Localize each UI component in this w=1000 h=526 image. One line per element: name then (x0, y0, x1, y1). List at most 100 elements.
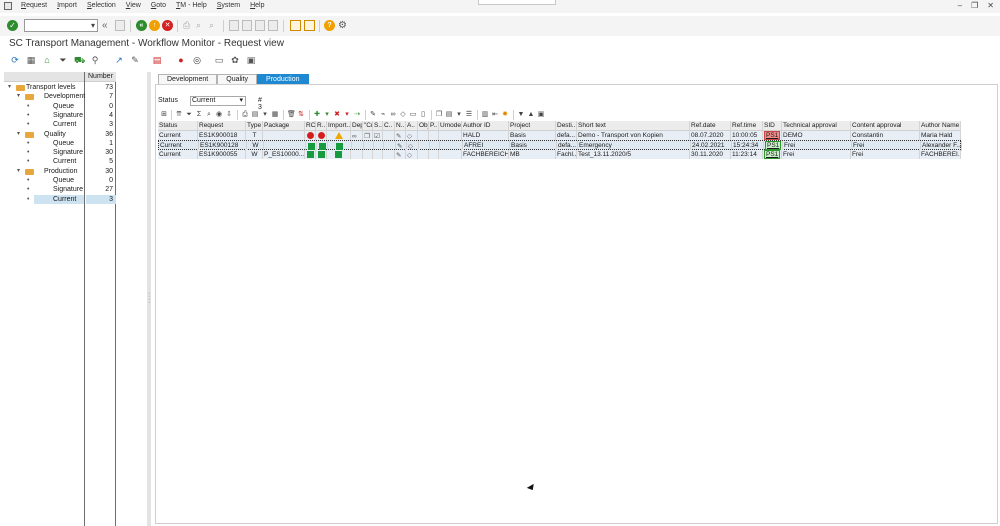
binoculars-icon[interactable]: ◉ (215, 110, 223, 119)
attachment-icon[interactable]: ⌁ (379, 110, 387, 119)
cell-request[interactable]: ES1K900018 (198, 130, 246, 140)
last-page-icon[interactable] (268, 20, 278, 31)
monitor-icon[interactable]: ▭ (214, 55, 224, 65)
columns-icon[interactable]: ▥ (481, 110, 489, 119)
star-icon[interactable]: ✸ (501, 110, 509, 119)
graphic-icon[interactable]: ▦ (271, 110, 279, 119)
find-icon[interactable]: ⌕ (205, 110, 213, 119)
tree-node-transport-levels[interactable]: ▾ Transport levels 73 (4, 83, 116, 92)
table-row[interactable]: Current ES1K900128 W ✎ ◇ AFREI Basis def… (158, 140, 962, 151)
filter-icon[interactable]: ⏷ (185, 110, 193, 119)
column-header-project[interactable]: Project (509, 121, 556, 131)
tree-node-development-current[interactable]: • Current 3 (4, 120, 116, 129)
menu-help[interactable]: Help (245, 2, 269, 9)
column-header-n[interactable]: N.. (395, 121, 406, 131)
tree-node-production-current[interactable]: • Current 3 (4, 194, 116, 204)
settings-icon[interactable]: ✿ (230, 55, 240, 65)
expand-toggle-icon[interactable]: ▾ (17, 92, 20, 101)
column-header-short-text[interactable]: Short text (577, 121, 690, 131)
tree-node-quality-current[interactable]: • Current 5 (4, 157, 116, 166)
print-icon[interactable]: ⎙ (241, 110, 249, 119)
red-dot-icon[interactable]: ● (176, 55, 186, 65)
restore-icon[interactable]: ❐ (971, 1, 978, 10)
doc-icon[interactable]: ▯ (419, 110, 427, 119)
tab-development[interactable]: Development (158, 74, 218, 84)
link-icon[interactable]: ∞ (352, 132, 357, 141)
menu-system[interactable]: System (212, 2, 245, 9)
column-header-cr[interactable]: "Cr (363, 121, 373, 131)
tree-node-quality[interactable]: ▾ Quality 36 (4, 130, 116, 139)
chevron-down-icon[interactable]: ▾ (91, 21, 95, 30)
minimize-icon[interactable]: – (958, 1, 962, 10)
approve-more-icon[interactable]: ▾ (323, 110, 331, 119)
column-header-obj[interactable]: Obj (418, 121, 429, 131)
back-double-icon[interactable]: « (102, 20, 108, 31)
enter-check-icon[interactable]: ✓ (7, 20, 18, 31)
truck-icon[interactable]: ⛟ (74, 55, 85, 65)
find-icon[interactable]: ⌕ (196, 20, 201, 31)
menu-tm-help[interactable]: TM - Help (171, 2, 212, 9)
back-icon[interactable]: « (136, 20, 147, 31)
sort-ascending-icon[interactable]: ⇈ (175, 110, 183, 119)
layout-icon[interactable]: ▤ (251, 110, 259, 119)
target-icon[interactable]: ◎ (192, 55, 202, 65)
panel-splitter[interactable]: · · · · (147, 72, 151, 526)
column-header-rc[interactable]: RC (305, 121, 316, 131)
edit-icon[interactable]: ✎ (396, 132, 401, 141)
sort-icon[interactable]: ⇅ (297, 110, 305, 119)
shortcut-icon[interactable] (304, 20, 315, 31)
layout-icon[interactable]: ⚲ (90, 55, 100, 65)
tab-quality[interactable]: Quality (217, 74, 258, 84)
tree-node-quality-signature[interactable]: • Signature 30 (4, 148, 116, 157)
cell-request[interactable]: ES1K900055 (198, 149, 246, 159)
column-header-request[interactable]: Request (198, 121, 246, 131)
column-header-c[interactable]: C.. (383, 121, 395, 131)
expand-icon[interactable]: ▲ (527, 110, 535, 119)
column-header-type[interactable]: Type (246, 121, 263, 131)
save-icon[interactable] (115, 20, 125, 31)
chevron-down-icon[interactable]: ▾ (239, 97, 243, 105)
tag-icon[interactable]: ◇ (407, 132, 412, 141)
info-icon[interactable]: ▣ (537, 110, 545, 119)
column-header-sid[interactable]: SID (763, 121, 782, 131)
column-header-status[interactable]: Status (158, 121, 198, 131)
clipboard-icon[interactable]: ▣ (246, 55, 256, 65)
tree-node-development-queue[interactable]: • Queue 0 (4, 102, 116, 111)
find-next-icon[interactable]: ⌕ (209, 20, 214, 31)
new-session-icon[interactable] (290, 20, 301, 31)
menu-import[interactable]: Import (52, 2, 82, 9)
sid-link[interactable]: PS1 (764, 149, 781, 159)
column-header-a[interactable]: A.. (406, 121, 418, 131)
release-icon[interactable]: ⇢ (353, 110, 361, 119)
column-header-ref-time[interactable]: Ref.time (731, 121, 763, 131)
help-icon[interactable]: ? (324, 20, 335, 31)
views-icon[interactable]: ▾ (261, 110, 269, 119)
list-icon[interactable]: ☰ (465, 110, 473, 119)
tab-production[interactable]: Production (257, 74, 309, 84)
tree-node-development[interactable]: ▾ Development 7 (4, 92, 116, 101)
table-icon[interactable]: ▦ (26, 55, 36, 65)
menu-request[interactable]: Request (16, 2, 52, 9)
splitter-grip-icon[interactable]: · · · · (148, 290, 150, 306)
approve-icon[interactable]: ✚ (313, 110, 321, 119)
pen-icon[interactable]: ✎ (130, 55, 140, 65)
first-page-icon[interactable] (229, 20, 239, 31)
expand-toggle-icon[interactable]: ▾ (17, 167, 20, 176)
command-field[interactable]: ▾ (24, 19, 98, 32)
checkbox-icon[interactable]: ☑ (374, 132, 380, 141)
tree-node-production-queue[interactable]: • Queue 0 (4, 176, 116, 185)
refresh-icon[interactable]: ⟳ (10, 55, 20, 65)
column-header-content-approval[interactable]: Content approval (851, 121, 920, 131)
column-header-author-name[interactable]: Author Name (920, 121, 961, 131)
status-filter-select[interactable]: Current ▾ (190, 96, 246, 106)
edit-icon[interactable]: ✎ (369, 110, 377, 119)
expand-toggle-icon[interactable]: ▾ (17, 130, 20, 139)
column-header-r[interactable]: R.. (316, 121, 327, 131)
group-icon[interactable]: ▤ (445, 110, 453, 119)
menu-goto[interactable]: Goto (146, 2, 171, 9)
export-icon[interactable]: ⇩ (225, 110, 233, 119)
tag-icon[interactable]: ◇ (407, 151, 412, 160)
tag-icon[interactable]: ◇ (399, 110, 407, 119)
quick-search-field[interactable] (478, 0, 556, 5)
menu-selection[interactable]: Selection (82, 2, 121, 9)
